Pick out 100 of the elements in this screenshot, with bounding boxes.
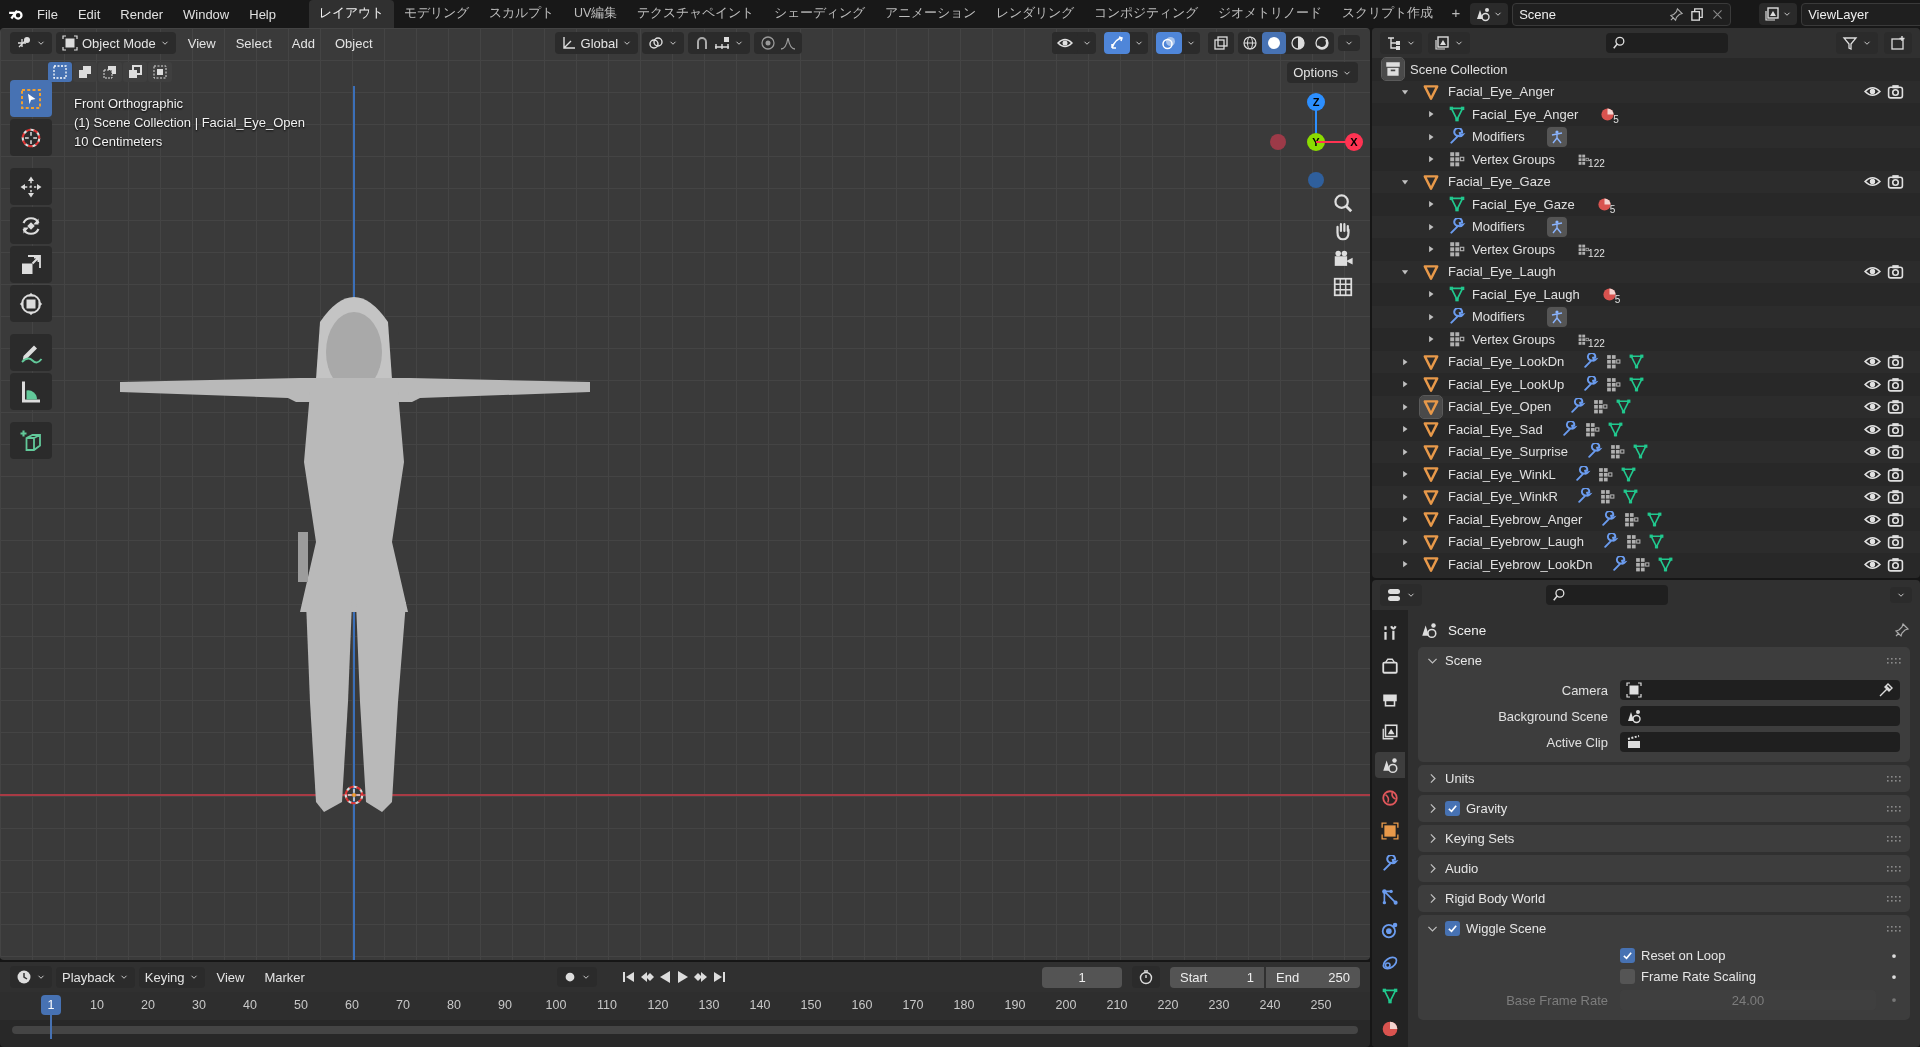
viewport-info-text: (1) Scene Collection | Facial_Eye_Open — [74, 115, 305, 130]
properties-title: Scene — [1448, 622, 1487, 638]
workspace-tab[interactable]: レンダリング — [986, 0, 1085, 28]
start-frame-field[interactable]: Start 1 — [1170, 966, 1264, 988]
outliner-item-name[interactable]: Modifiers — [1472, 129, 1525, 145]
frame-number: 170 — [902, 998, 924, 1012]
frame-number: 140 — [749, 998, 771, 1012]
frame-number: 120 — [647, 998, 669, 1012]
viewport-info-text: 10 Centimeters — [74, 134, 164, 149]
menu-item[interactable]: Window — [174, 2, 239, 26]
panel-title[interactable]: Gravity — [1466, 801, 1508, 816]
outliner-item-name[interactable]: Modifiers — [1472, 219, 1525, 235]
menu-item[interactable]: Render — [111, 2, 172, 26]
count-label: 5 — [1609, 203, 1616, 215]
menu-item[interactable]: Object — [326, 31, 381, 55]
frame-number: 10 — [90, 998, 104, 1012]
field-value: 250 — [1328, 969, 1350, 985]
outliner-item-name[interactable]: Facial_Eyebrow_Laugh — [1448, 534, 1584, 550]
frame-number: 130 — [698, 998, 720, 1012]
frame-number: 110 — [597, 998, 617, 1012]
panel-title[interactable]: Scene — [1445, 653, 1482, 668]
panel-title[interactable]: Keying Sets — [1445, 831, 1515, 846]
outliner-item-name[interactable]: Vertex Groups — [1472, 241, 1556, 257]
outliner-item-name[interactable]: Facial_Eye_Open — [1448, 399, 1552, 415]
menu-item[interactable]: Help — [240, 2, 285, 26]
outliner-item-name[interactable]: Facial_Eye_Gaze — [1448, 174, 1551, 190]
workspace-tab[interactable]: UV編集 — [564, 0, 628, 28]
workspace-tab[interactable]: テクスチャペイント — [627, 0, 765, 28]
outliner-item-name[interactable]: Facial_Eye_Sad — [1448, 421, 1543, 437]
outliner-item-name[interactable]: Facial_Eye_WinkL — [1448, 466, 1556, 482]
count-label: 122 — [1588, 247, 1605, 259]
count-label: 122 — [1588, 157, 1605, 169]
options-dropdown[interactable]: Options — [1287, 62, 1358, 83]
add-workspace-button[interactable]: + — [1443, 0, 1469, 28]
menu-dropdown[interactable]: Playback — [56, 966, 135, 988]
mode-dropdown[interactable]: Object Mode — [56, 32, 176, 54]
checkbox-label[interactable]: Frame Rate Scaling — [1641, 969, 1882, 984]
menu-item[interactable]: Edit — [68, 2, 110, 26]
field-label: Start — [1180, 969, 1208, 985]
frame-number: 40 — [243, 998, 257, 1012]
playhead-marker[interactable]: 1 — [41, 995, 61, 1015]
menu-item[interactable]: View — [208, 965, 253, 989]
outliner-item-name[interactable]: Facial_Eye_Surprise — [1448, 444, 1568, 460]
outliner-item-name[interactable]: Facial_Eye_LookDn — [1448, 354, 1565, 370]
frame-number: 20 — [141, 998, 155, 1012]
workspace-tab[interactable]: モデリング — [394, 0, 479, 28]
panel-title[interactable]: Audio — [1445, 861, 1479, 876]
menu-item[interactable]: Add — [283, 31, 323, 55]
end-frame-field[interactable]: End 250 — [1266, 966, 1360, 988]
frame-number: 50 — [294, 998, 308, 1012]
menu-item[interactable]: View — [179, 31, 224, 55]
menu-item[interactable]: Select — [227, 31, 280, 55]
workspace-tab[interactable]: スカルプト — [479, 0, 564, 28]
count-label: 122 — [1588, 337, 1605, 349]
frame-number: 100 — [545, 998, 567, 1012]
outliner-item-name[interactable]: Facial_Eye_Gaze — [1472, 196, 1575, 212]
frame-number: 30 — [192, 998, 206, 1012]
outliner-item-name[interactable]: Facial_Eye_WinkR — [1448, 489, 1558, 505]
outliner-item-name[interactable]: Facial_Eye_Laugh — [1448, 264, 1556, 280]
field-label: Active Clip — [1545, 734, 1608, 750]
panel-title[interactable]: Rigid Body World — [1445, 891, 1546, 906]
outliner-item-name[interactable]: Facial_Eyebrow_Anger — [1448, 511, 1583, 527]
current-frame-field[interactable]: 1 — [1042, 966, 1122, 988]
menu-item[interactable]: Marker — [256, 965, 313, 989]
frame-number: 80 — [447, 998, 461, 1012]
frame-number: 160 — [851, 998, 873, 1012]
panel-title[interactable]: Wiggle Scene — [1466, 921, 1547, 936]
checkbox-label[interactable]: Reset on Loop — [1641, 948, 1882, 963]
frame-number: 210 — [1106, 998, 1128, 1012]
outliner-item-name[interactable]: Facial_Eye_Laugh — [1472, 286, 1580, 302]
frame-number: 190 — [1004, 998, 1026, 1012]
field-label: Background Scene — [1497, 708, 1608, 724]
outliner-item-name[interactable]: Facial_Eye_LookUp — [1448, 376, 1565, 392]
workspace-tab[interactable]: コンポジティング — [1084, 0, 1209, 28]
frame-number: 90 — [498, 998, 512, 1012]
orientation-dropdown[interactable]: Global — [554, 32, 639, 54]
view-layer-name-field[interactable]: ViewLayer — [1801, 2, 1920, 26]
outliner-item-name[interactable]: Vertex Groups — [1472, 331, 1556, 347]
frame-number: 200 — [1055, 998, 1077, 1012]
outliner-item-name[interactable]: Vertex Groups — [1472, 151, 1556, 167]
outliner-item-name[interactable]: Facial_Eyebrow_LookDn — [1448, 556, 1593, 572]
workspace-tab[interactable]: レイアウト — [309, 0, 394, 28]
field-value: 1 — [1246, 969, 1254, 985]
field-label: Base Frame Rate — [1505, 992, 1608, 1008]
workspace-tab[interactable]: アニメーション — [875, 0, 987, 28]
panel-title[interactable]: Units — [1445, 771, 1475, 786]
scene-name-field[interactable]: Scene — [1512, 2, 1732, 26]
viewport-info-text: Front Orthographic — [74, 96, 185, 111]
workspace-tab[interactable]: ジオメトリノード — [1208, 0, 1333, 28]
menu-dropdown[interactable]: Keying — [138, 966, 205, 988]
frame-number: 180 — [953, 998, 975, 1012]
workspace-tab[interactable]: シェーディング — [764, 0, 876, 28]
outliner-item-name[interactable]: Scene Collection — [1410, 61, 1508, 77]
outliner-item-name[interactable]: Facial_Eye_Anger — [1448, 84, 1555, 100]
menu-item[interactable]: File — [28, 2, 67, 26]
outliner-item-name[interactable]: Modifiers — [1472, 309, 1525, 325]
count-label: 5 — [1613, 113, 1619, 125]
frame-number: 220 — [1157, 998, 1179, 1012]
workspace-tab[interactable]: スクリプト作成 — [1332, 0, 1444, 28]
outliner-item-name[interactable]: Facial_Eye_Anger — [1472, 106, 1579, 122]
